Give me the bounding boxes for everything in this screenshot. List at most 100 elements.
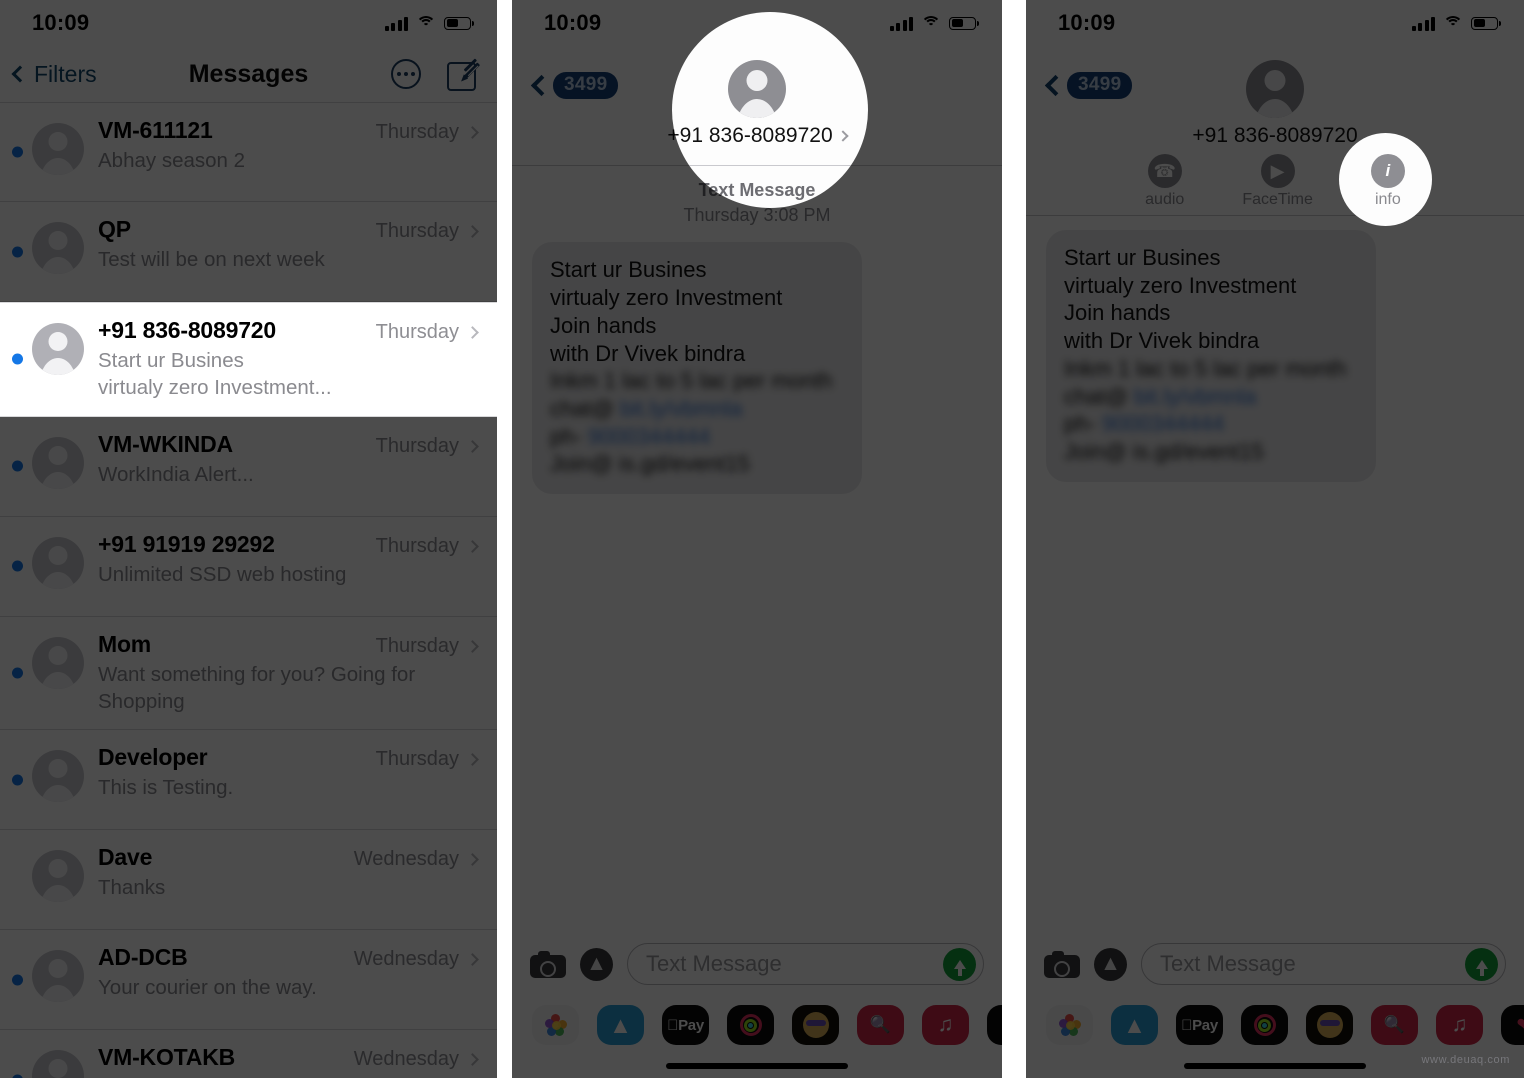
conversation-date: Wednesday: [353, 848, 459, 870]
message-bubble[interactable]: Start ur Busines virtualy zero Investmen…: [1046, 230, 1376, 482]
conversation-row-vm-611121[interactable]: VM-611121 Thursday Abhay season 2: [0, 102, 497, 202]
status-bar: 10:09: [0, 0, 497, 46]
conversation-row-vm-wkinda[interactable]: VM-WKINDA Thursday WorkIndia Alert...: [0, 417, 497, 517]
thread-contact-header: +91 836-8089720 ☎ audio ▶ FaceTime i inf…: [1026, 60, 1524, 209]
conversation-preview: Unlimited SSD web hosting: [98, 562, 347, 586]
conversation-row-qp[interactable]: QP Thursday Test will be on next week: [0, 202, 497, 302]
conversation-name: QP: [98, 216, 131, 242]
composer-row: ▲ Text Message: [1026, 931, 1524, 995]
phone-icon: ☎: [1147, 154, 1182, 188]
camera-icon[interactable]: [1044, 950, 1080, 978]
message-input[interactable]: Text Message: [1141, 943, 1506, 985]
activity-app-icon[interactable]: [727, 1005, 774, 1045]
contact-name-header[interactable]: +91 836-8089720: [667, 124, 849, 148]
memoji-app-icon[interactable]: [1306, 1005, 1353, 1045]
music-app-icon[interactable]: ♫: [922, 1005, 969, 1045]
divider: [512, 165, 1002, 166]
conversation-row-mom[interactable]: Mom Thursday Want something for you? Goi…: [0, 617, 497, 730]
conversation-preview: Want something for you? Going for Shoppi…: [98, 662, 416, 713]
apple-pay-app-icon[interactable]: Pay: [1176, 1005, 1223, 1045]
status-bar-indicators: [889, 15, 979, 31]
blurred-line-3: ph- 9000344444: [550, 423, 711, 449]
music-app-icon[interactable]: ♫: [1436, 1005, 1483, 1045]
conversation-list: VM-611121 Thursday Abhay season 2 QP Thu…: [0, 102, 497, 1078]
conversation-date: Wednesday: [353, 1048, 459, 1070]
unread-dot: [12, 246, 23, 257]
message-text-blurred: Inkm 1 lac to 5 lac per month chat@ bit.…: [550, 367, 844, 478]
conversation-name: +91 91919 29292: [98, 530, 275, 557]
chevron-right-icon: [466, 326, 479, 339]
images-search-app-icon[interactable]: 🔍: [1371, 1005, 1418, 1045]
app-store-icon[interactable]: ▲: [580, 947, 613, 981]
photos-app-icon[interactable]: [1046, 1005, 1093, 1045]
avatar: [32, 436, 84, 489]
filters-back-button[interactable]: Filters: [11, 61, 97, 88]
message-text-blurred: Inkm 1 lac to 5 lac per month chat@ bit.…: [1064, 355, 1358, 466]
unread-dot: [12, 1074, 23, 1078]
unread-dot: [12, 146, 23, 158]
apple-pay-app-icon[interactable]: Pay: [662, 1005, 709, 1045]
status-bar-indicators: [384, 15, 474, 31]
blurred-link-1[interactable]: bit.ly/vbmnla: [620, 396, 742, 421]
conversation-row-dave[interactable]: Dave Wednesday Thanks: [0, 830, 497, 930]
conversation-row-phone-91919[interactable]: +91 91919 29292 Thursday Unlimited SSD w…: [0, 517, 497, 617]
info-button[interactable]: i info: [1370, 154, 1405, 209]
thread-nav-bar: 3499 +91 836-8089720: [512, 46, 1002, 166]
facetime-label: FaceTime: [1242, 191, 1313, 208]
status-bar-time: 10:09: [32, 10, 90, 35]
photos-app-icon[interactable]: [532, 1005, 579, 1045]
conversation-name: Developer: [98, 744, 208, 770]
blurred-line-2: chat@ bit.ly/vbmnla: [1064, 383, 1257, 409]
thread-body: Text Message Thursday 3:08 PM Start ur B…: [512, 178, 1002, 495]
heart-app-icon[interactable]: ❤: [1501, 1005, 1524, 1045]
avatar: [32, 750, 84, 802]
avatar: [32, 950, 84, 1002]
audio-call-button[interactable]: ☎ audio: [1145, 154, 1184, 209]
facetime-button[interactable]: ▶ FaceTime: [1242, 154, 1313, 209]
message-input[interactable]: Text Message: [627, 943, 984, 985]
avatar: [32, 536, 84, 589]
blurred-link-1[interactable]: bit.ly/vbmnla: [1134, 384, 1256, 409]
cellular-bars-icon: [1411, 16, 1435, 31]
blurred-line-4: Join@ is.gd/event15: [550, 451, 750, 477]
info-label: info: [1374, 191, 1401, 208]
app-store-app-icon[interactable]: ▲: [1111, 1005, 1158, 1045]
conversation-row-ad-dcb[interactable]: AD-DCB Wednesday Your courier on the way…: [0, 930, 497, 1030]
blurred-line-3: ph- 9000344444: [1064, 411, 1225, 437]
thread-contact-header[interactable]: +91 836-8089720: [512, 60, 1002, 148]
message-type-label: Text Message: [698, 180, 816, 200]
compose-icon[interactable]: [447, 60, 481, 91]
send-arrow-icon[interactable]: [1465, 947, 1498, 981]
conversation-row-selected-phone[interactable]: +91 836-8089720 Thursday Start ur Busine…: [0, 302, 497, 417]
app-store-icon[interactable]: ▲: [1094, 947, 1127, 981]
conversation-preview: Thanks: [98, 876, 166, 899]
phone-panel-messages-list: 10:09 Filters Messages VM-611121 Thursda…: [0, 0, 497, 1078]
conversation-row-vm-kotakb[interactable]: VM-KOTAKB Wednesday 502246 is your One T…: [0, 1030, 497, 1078]
battery-icon: [949, 16, 979, 30]
memoji-app-icon[interactable]: [792, 1005, 839, 1045]
chevron-right-icon: [836, 130, 849, 142]
conversation-name: VM-KOTAKB: [98, 1044, 236, 1070]
unread-dot: [12, 774, 23, 785]
avatar: [32, 850, 84, 902]
heart-app-icon[interactable]: ❤: [987, 1005, 1002, 1045]
chevron-right-icon: [466, 853, 479, 866]
more-circle-icon[interactable]: [391, 59, 421, 89]
send-arrow-icon[interactable]: [943, 947, 976, 981]
cellular-bars-icon: [384, 16, 408, 31]
images-search-app-icon[interactable]: 🔍: [857, 1005, 904, 1045]
phone-panel-thread-actions: 10:09 3499 +91 836-8089720 ☎ audio ▶ Fac…: [1026, 0, 1524, 1078]
chevron-right-icon: [466, 539, 479, 553]
conversation-row-developer[interactable]: Developer Thursday This is Testing.: [0, 730, 497, 830]
blurred-link-2[interactable]: 9000344444: [1102, 411, 1224, 436]
contact-name-header[interactable]: +91 836-8089720: [1192, 124, 1357, 148]
app-store-app-icon[interactable]: ▲: [597, 1005, 644, 1045]
cellular-bars-icon: [889, 16, 913, 31]
contact-name-label: +91 836-8089720: [667, 124, 833, 147]
blurred-line-1: Inkm 1 lac to 5 lac per month: [1064, 355, 1347, 381]
unread-dot: [12, 974, 23, 985]
blurred-link-2[interactable]: 9000344444: [588, 424, 710, 449]
message-bubble[interactable]: Start ur Busines virtualy zero Investmen…: [532, 242, 862, 495]
activity-app-icon[interactable]: [1241, 1005, 1288, 1045]
camera-icon[interactable]: [530, 950, 566, 978]
